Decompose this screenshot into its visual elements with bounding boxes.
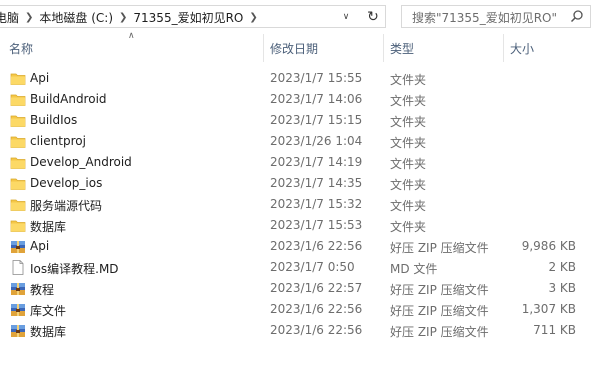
- file-type: 文件夹: [390, 157, 427, 171]
- file-type: 好压 ZIP 压缩文件: [390, 304, 489, 318]
- file-date: 2023/1/7 15:53: [270, 218, 363, 232]
- file-type: 好压 ZIP 压缩文件: [390, 283, 489, 297]
- folder-icon: [10, 155, 26, 170]
- folder-icon: [10, 134, 26, 149]
- search-box[interactable]: 搜索"71355_爱如初见RO": [401, 5, 591, 28]
- file-date: 2023/1/7 15:15: [270, 113, 363, 127]
- file-date: 2023/1/7 14:19: [270, 155, 363, 169]
- column-header-row: 名称 修改日期 类型 大小: [0, 34, 593, 62]
- file-date: 2023/1/6 22:56: [270, 323, 363, 337]
- file-size: 1,307 KB: [521, 302, 576, 316]
- file-name: 数据库: [30, 220, 67, 234]
- address-bar-area: 电脑 ❯ 本地磁盘 (C:) ❯ 71355_爱如初见RO ❯ ∨ ↻ 搜索"7…: [0, 0, 593, 34]
- file-type: 好压 ZIP 压缩文件: [390, 325, 489, 339]
- file-name: 库文件: [30, 304, 67, 318]
- search-placeholder: 搜索"71355_爱如初见RO": [412, 11, 557, 25]
- file-name: 服务端源代码: [30, 199, 103, 213]
- column-divider[interactable]: [263, 34, 264, 62]
- file-date: 2023/1/26 1:04: [270, 134, 363, 148]
- file-row[interactable]: clientproj 2023/1/26 1:04 文件夹: [0, 131, 593, 152]
- search-icon[interactable]: [570, 9, 584, 23]
- folder-icon: [10, 197, 26, 212]
- breadcrumb-item-folder[interactable]: 71355_爱如初见RO: [133, 9, 243, 26]
- refresh-icon[interactable]: ↻: [363, 6, 383, 27]
- file-row[interactable]: Api 2023/1/7 15:55 文件夹: [0, 68, 593, 89]
- file-date: 2023/1/7 15:55: [270, 71, 363, 85]
- breadcrumb-item-drive[interactable]: 本地磁盘 (C:): [39, 9, 113, 26]
- file-type: 文件夹: [390, 178, 427, 192]
- file-date: 2023/1/6 22:57: [270, 281, 363, 295]
- folder-icon: [10, 92, 26, 107]
- file-row[interactable]: Develop_ios 2023/1/7 14:35 文件夹: [0, 173, 593, 194]
- file-name: Api: [30, 71, 50, 85]
- folder-icon: [10, 176, 26, 191]
- file-type: 文件夹: [390, 94, 427, 108]
- file-date: 2023/1/7 14:35: [270, 176, 363, 190]
- file-date: 2023/1/6 22:56: [270, 239, 363, 253]
- file-date: 2023/1/6 22:56: [270, 302, 363, 316]
- file-type: 文件夹: [390, 220, 427, 234]
- file-size: 2 KB: [548, 260, 576, 274]
- breadcrumb-item-pc[interactable]: 电脑: [0, 9, 19, 26]
- file-row[interactable]: BuildIos 2023/1/7 15:15 文件夹: [0, 110, 593, 131]
- chevron-right-icon[interactable]: ❯: [119, 12, 127, 23]
- file-row[interactable]: 数据库 2023/1/7 15:53 文件夹: [0, 215, 593, 236]
- sort-ascending-icon: ∧: [128, 31, 135, 41]
- file-name: Ios编译教程.MD: [30, 262, 119, 276]
- zip-archive-icon: [10, 323, 26, 338]
- file-size: 711 KB: [533, 323, 576, 337]
- file-type: 文件夹: [390, 136, 427, 150]
- file-size: 3 KB: [548, 281, 576, 295]
- file-name: BuildIos: [30, 113, 78, 127]
- file-type: 文件夹: [390, 199, 427, 213]
- column-header-type[interactable]: 类型: [390, 40, 414, 57]
- zip-archive-icon: [10, 302, 26, 317]
- file-date: 2023/1/7 15:32: [270, 197, 363, 211]
- file-name: Develop_ios: [30, 176, 103, 190]
- file-date: 2023/1/7 14:06: [270, 92, 363, 106]
- file-name: clientproj: [30, 134, 86, 148]
- file-size: 9,986 KB: [521, 239, 576, 253]
- document-icon: [10, 260, 26, 275]
- file-type: 文件夹: [390, 115, 427, 129]
- folder-icon: [10, 71, 26, 86]
- folder-icon: [10, 218, 26, 233]
- zip-archive-icon: [10, 239, 26, 254]
- file-name: 数据库: [30, 325, 67, 339]
- column-header-name[interactable]: 名称: [9, 40, 33, 57]
- file-date: 2023/1/7 0:50: [270, 260, 355, 274]
- file-row[interactable]: 教程 2023/1/6 22:57 好压 ZIP 压缩文件 3 KB: [0, 278, 593, 299]
- file-name: BuildAndroid: [30, 92, 107, 106]
- file-type: 文件夹: [390, 73, 427, 87]
- breadcrumb: 电脑 ❯ 本地磁盘 (C:) ❯ 71355_爱如初见RO ❯: [0, 9, 264, 26]
- file-row[interactable]: 库文件 2023/1/6 22:56 好压 ZIP 压缩文件 1,307 KB: [0, 299, 593, 320]
- file-row[interactable]: Api 2023/1/6 22:56 好压 ZIP 压缩文件 9,986 KB: [0, 236, 593, 257]
- file-name: Api: [30, 239, 50, 253]
- file-row[interactable]: Develop_Android 2023/1/7 14:19 文件夹: [0, 152, 593, 173]
- address-bar[interactable]: 电脑 ❯ 本地磁盘 (C:) ❯ 71355_爱如初见RO ❯ ∨ ↻: [0, 5, 386, 28]
- address-history-dropdown-icon[interactable]: ∨: [338, 6, 354, 27]
- file-row[interactable]: 服务端源代码 2023/1/7 15:32 文件夹: [0, 194, 593, 215]
- folder-icon: [10, 113, 26, 128]
- chevron-right-icon[interactable]: ❯: [25, 12, 33, 23]
- column-header-size[interactable]: 大小: [510, 40, 534, 57]
- file-row[interactable]: Ios编译教程.MD 2023/1/7 0:50 MD 文件 2 KB: [0, 257, 593, 278]
- file-name: 教程: [30, 283, 55, 297]
- column-header-date[interactable]: 修改日期: [270, 40, 318, 57]
- zip-archive-icon: [10, 281, 26, 296]
- column-divider[interactable]: [503, 34, 504, 62]
- file-row[interactable]: BuildAndroid 2023/1/7 14:06 文件夹: [0, 89, 593, 110]
- file-name: Develop_Android: [30, 155, 132, 169]
- column-divider[interactable]: [383, 34, 384, 62]
- file-type: 好压 ZIP 压缩文件: [390, 241, 489, 255]
- file-type: MD 文件: [390, 262, 438, 276]
- file-row[interactable]: 数据库 2023/1/6 22:56 好压 ZIP 压缩文件 711 KB: [0, 320, 593, 341]
- chevron-right-icon[interactable]: ❯: [249, 12, 257, 23]
